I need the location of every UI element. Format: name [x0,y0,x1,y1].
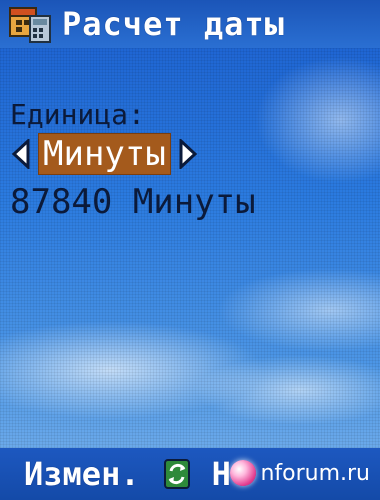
right-softkey[interactable]: Н [212,455,231,493]
watermark-text: nforum.ru [260,460,370,486]
change-softkey[interactable]: Измен. [24,455,140,493]
title-bar: Расчет даты [0,0,380,48]
arrow-right-icon[interactable] [177,137,199,171]
calendar-calculator-icon [8,4,52,44]
screen-background [0,0,380,500]
unit-label: Единица: [10,98,145,131]
watermark-logo: nforum.ru [230,456,370,490]
unit-selector[interactable]: Минуты [10,133,199,175]
selected-unit-value[interactable]: Минуты [38,133,171,175]
arrow-left-icon[interactable] [10,137,32,171]
result-value: 87840 Минуты [10,182,256,222]
watermark-ball-icon [230,460,257,486]
page-title: Расчет даты [62,5,285,43]
refresh-icon[interactable] [162,457,192,491]
